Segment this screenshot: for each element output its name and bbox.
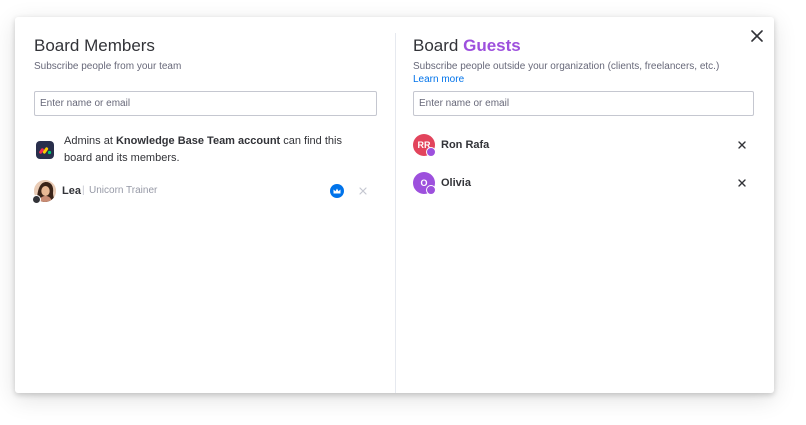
- learn-more-link[interactable]: Learn more: [413, 74, 464, 85]
- member-name: Lea: [62, 185, 81, 197]
- guests-title: Board Guests: [413, 36, 521, 55]
- board-members-dialog: Board Members Subscribe people from your…: [15, 17, 774, 393]
- close-icon: [738, 141, 746, 149]
- crown-icon: [333, 188, 341, 194]
- close-icon: [751, 30, 763, 42]
- member-row: Lea | Unicorn Trainer: [32, 180, 369, 204]
- remove-guest-button[interactable]: [737, 178, 747, 188]
- members-search-input[interactable]: [34, 91, 377, 116]
- guest-badge: [426, 185, 436, 195]
- members-subtitle: Subscribe people from your team: [34, 61, 182, 72]
- panel-divider: [395, 33, 396, 393]
- guest-row: O Olivia: [413, 172, 748, 196]
- guest-row: RR Ron Rafa: [413, 134, 748, 158]
- close-icon: [738, 179, 746, 187]
- guest-badge: [426, 147, 436, 157]
- admins-info-text: Admins at Knowledge Base Team account ca…: [64, 135, 342, 164]
- guest-name: Olivia: [441, 177, 471, 189]
- guests-title-accent: Guests: [463, 36, 521, 55]
- members-title: Board Members: [34, 36, 155, 55]
- remove-guest-button[interactable]: [737, 140, 747, 150]
- owner-badge: [32, 195, 41, 204]
- make-owner-button[interactable]: [330, 184, 344, 198]
- monday-logo-icon: [36, 141, 54, 159]
- close-icon: [359, 187, 367, 195]
- remove-member-button[interactable]: [358, 186, 368, 196]
- account-name: Knowledge Base Team account: [115, 135, 281, 147]
- member-role: Unicorn Trainer: [89, 185, 158, 196]
- guests-search-input[interactable]: [413, 91, 754, 116]
- close-dialog-button[interactable]: [748, 27, 766, 45]
- guests-subtitle: Subscribe people outside your organizati…: [413, 61, 720, 72]
- guest-name: Ron Rafa: [441, 139, 490, 151]
- member-separator: |: [82, 185, 85, 196]
